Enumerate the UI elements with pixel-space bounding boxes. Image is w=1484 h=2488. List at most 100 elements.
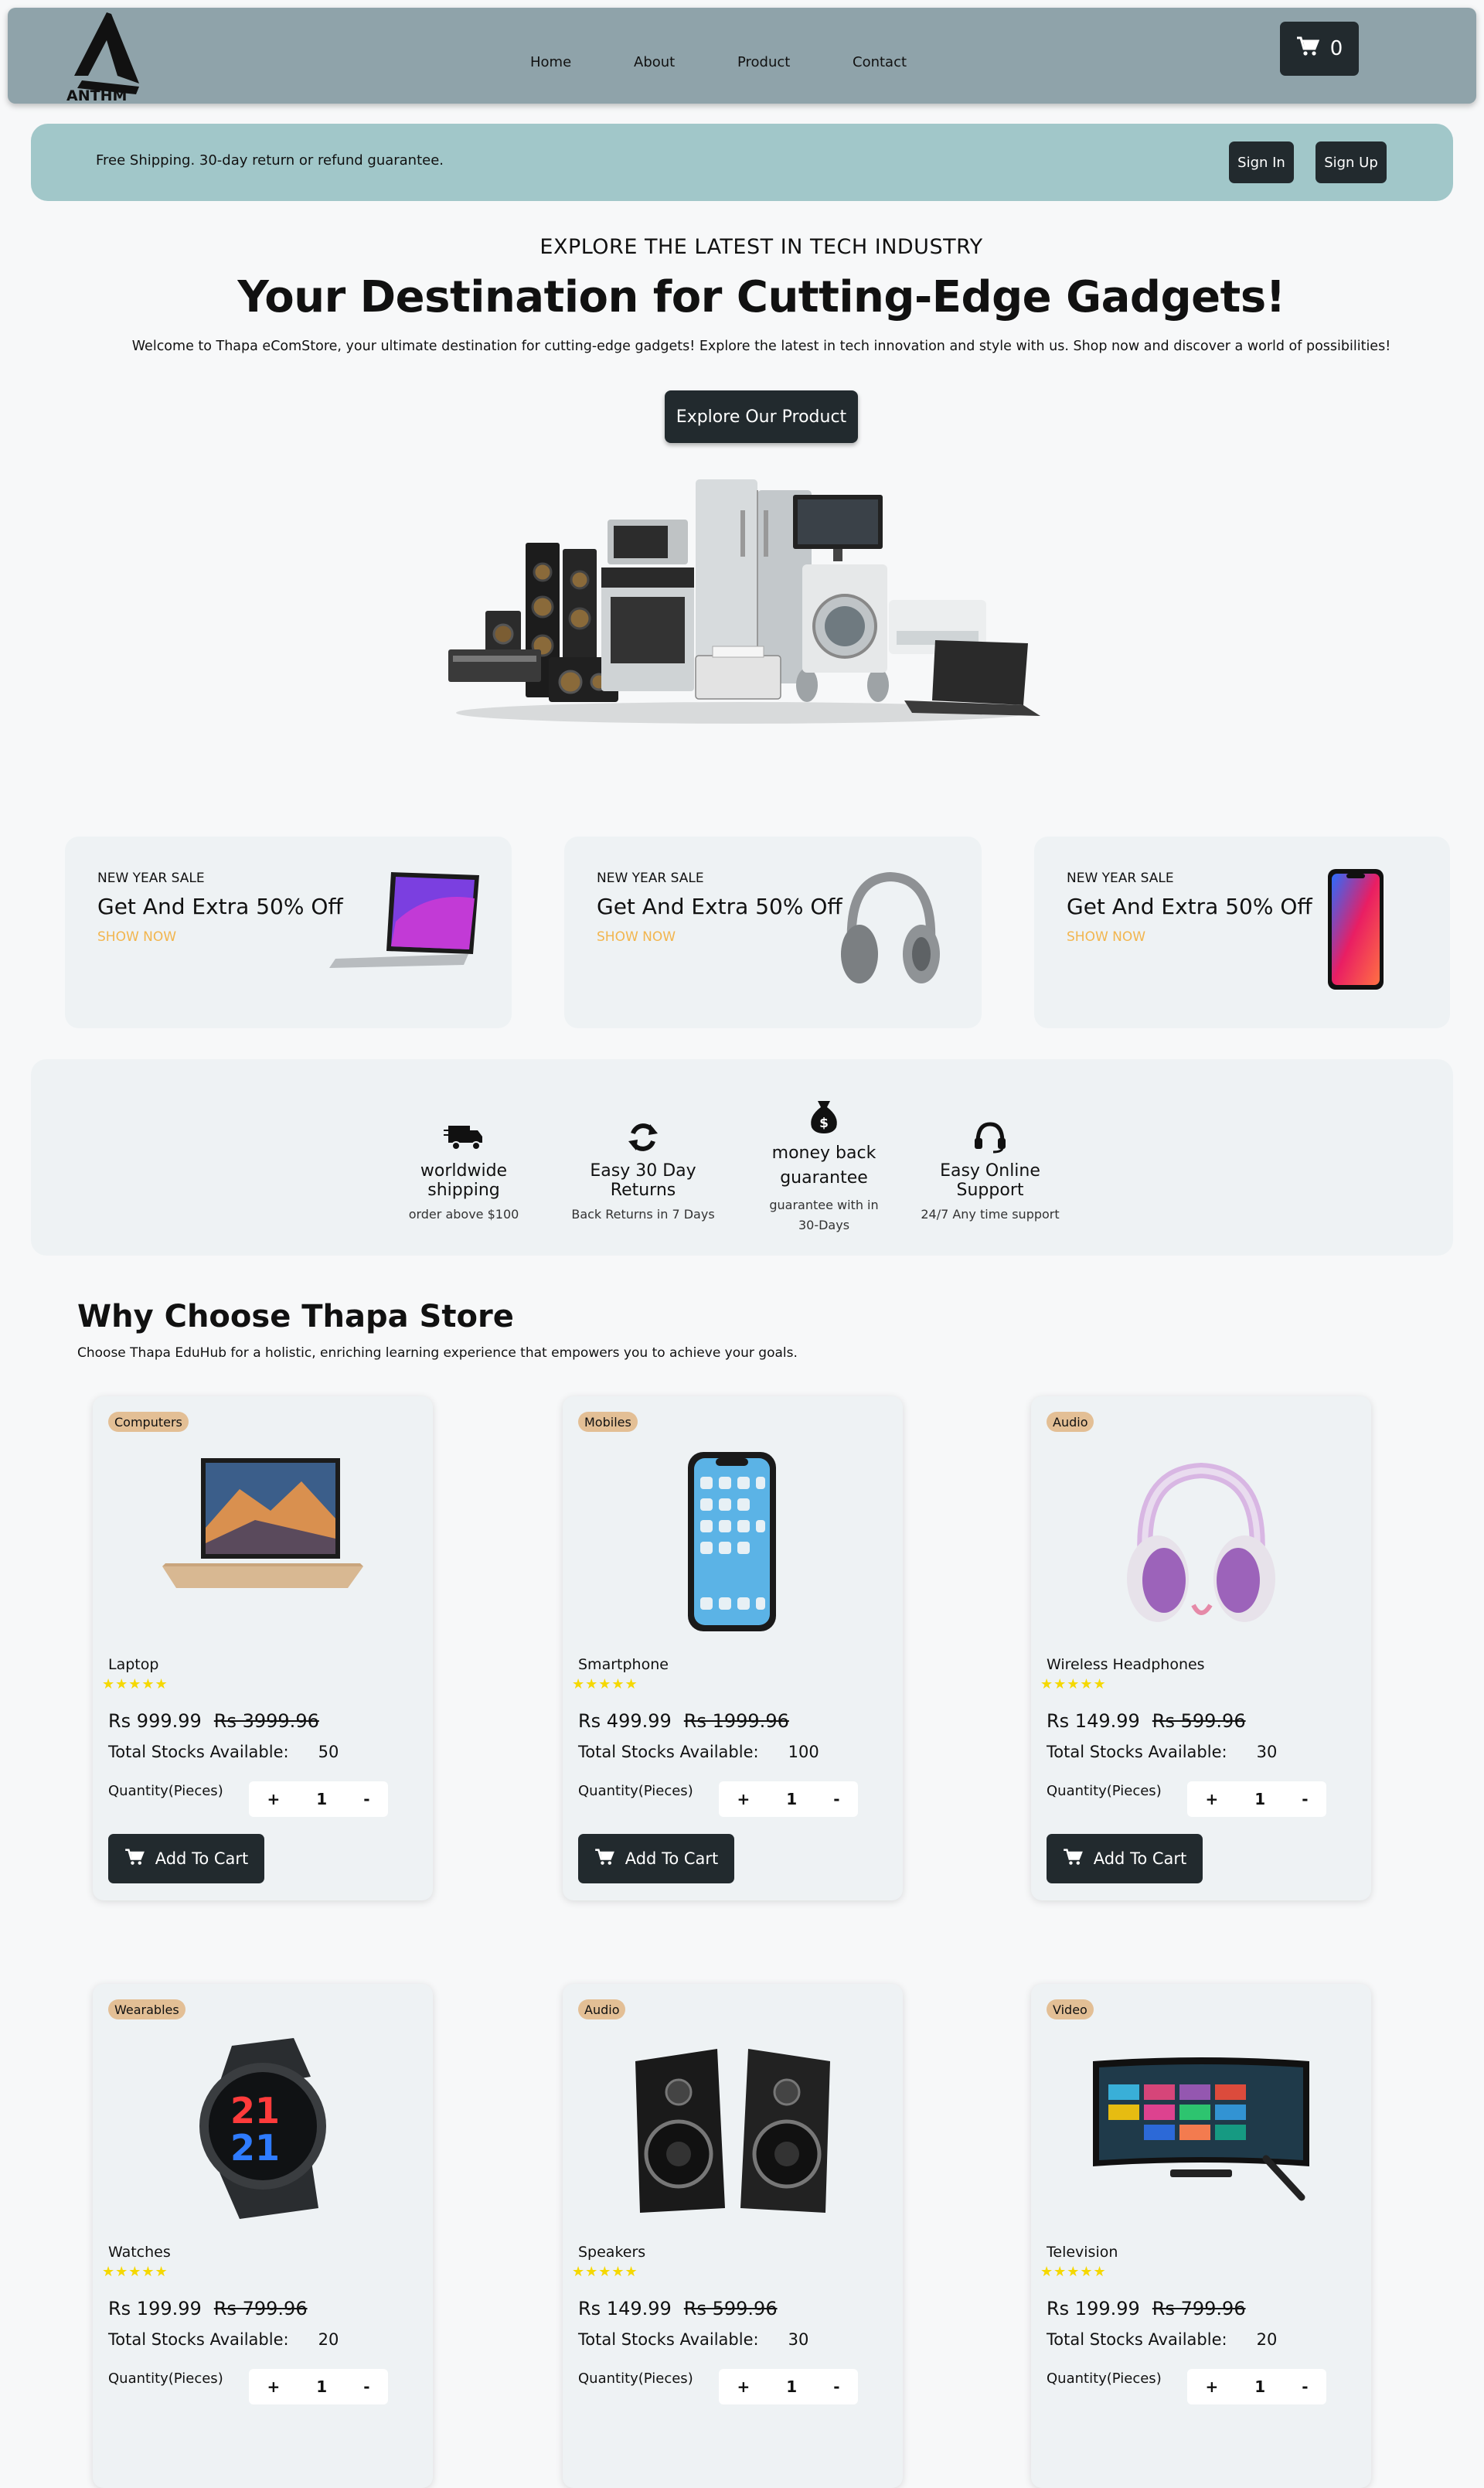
increment-button[interactable]: + [267,1790,281,1808]
features-section: worldwide shipping order above $100 Easy… [31,1059,1453,1256]
feature-subtitle: guarantee with in 30-Days [769,1198,879,1232]
old-price: Rs 599.96 [683,2298,778,2319]
add-to-cart-label: Add To Cart [1093,1849,1187,1868]
feature-support: Easy Online Support 24/7 Any time suppor… [909,1121,1071,1225]
price-row: Rs 149.99 Rs 599.96 [1047,1710,1246,1732]
stock-row: Total Stocks Available: 20 [108,2330,339,2349]
stock-row: Total Stocks Available: 30 [1047,1743,1277,1761]
quantity-label: Quantity(Pieces) [108,1783,223,1799]
tv-image [1077,2030,1325,2224]
price: Rs 149.99 [578,2298,672,2319]
stock-label: Total Stocks Available: [578,1743,759,1761]
sale-eyebrow: NEW YEAR SALE [1067,871,1174,886]
decrement-button[interactable]: - [1302,2377,1308,2396]
price: Rs 149.99 [1047,1710,1140,1732]
product-card: Audio Wireless Headphones ★★★★★ Rs 149.9… [1031,1396,1371,1900]
hero-description: Welcome to Thapa eComStore, your ultimat… [131,339,1391,354]
sale-card-headphones: NEW YEAR SALE Get And Extra 50% Off SHOW… [564,837,982,1028]
stock-row: Total Stocks Available: 50 [108,1743,339,1761]
price-row: Rs 199.99 Rs 799.96 [108,2298,308,2319]
promo-bar: Free Shipping. 30-day return or refund g… [31,124,1453,201]
feature-returns: Easy 30 Day Returns Back Returns in 7 Da… [558,1121,728,1225]
cart-count: 0 [1329,37,1343,60]
old-price: Rs 799.96 [213,2298,308,2319]
show-now-link[interactable]: SHOW NOW [597,929,676,945]
cart-icon [124,1848,145,1869]
nav-about-link[interactable]: About [634,54,675,70]
product-card: Mobiles Smartphone ★★★★★ Rs 499.99 Rs 199… [563,1396,903,1900]
feature-shipping: worldwide shipping order above $100 [386,1121,541,1225]
quantity-stepper: + 1 - [249,2369,388,2404]
quantity-value: 1 [316,2377,328,2396]
add-to-cart-button[interactable]: Add To Cart [578,1834,734,1883]
stock-label: Total Stocks Available: [108,1743,289,1761]
laptop-image [139,1443,386,1636]
rating-stars: ★★★★★ [102,2264,168,2280]
svg-text:21: 21 [230,2127,280,2169]
show-now-link[interactable]: SHOW NOW [97,929,176,945]
sign-in-button[interactable]: Sign In [1229,141,1294,183]
section-description: Choose Thapa EduHub for a holistic, enri… [77,1345,798,1361]
price-row: Rs 199.99 Rs 799.96 [1047,2298,1246,2319]
watch-image: 21 21 [139,2030,386,2224]
add-to-cart-button[interactable]: Add To Cart [1047,1834,1203,1883]
stock-value: 30 [1256,1743,1278,1761]
cart-button[interactable]: 0 [1280,22,1359,76]
brand-logo[interactable]: ANTHM [62,9,147,104]
sale-title: Get And Extra 50% Off [597,894,842,919]
headphones-image [1077,1443,1325,1636]
old-price: Rs 3999.96 [213,1710,319,1732]
category-badge: Audio [578,1999,626,2019]
price: Rs 999.99 [108,1710,202,1732]
feature-subtitle: 24/7 Any time support [921,1207,1060,1222]
category-badge: Wearables [108,1999,186,2019]
increment-button[interactable]: + [737,1790,751,1808]
nav-contact-link[interactable]: Contact [853,54,907,70]
feature-subtitle: order above $100 [408,1207,519,1222]
stock-label: Total Stocks Available: [578,2330,759,2349]
add-to-cart-button[interactable]: Add To Cart [108,1834,264,1883]
cart-icon [1063,1848,1083,1869]
price-row: Rs 499.99 Rs 1999.96 [578,1710,789,1732]
sale-title: Get And Extra 50% Off [97,894,343,919]
cart-icon [594,1848,614,1869]
increment-button[interactable]: + [267,2377,281,2396]
sale-title: Get And Extra 50% Off [1067,894,1312,919]
product-name: Laptop [108,1656,159,1673]
decrement-button[interactable]: - [1302,1790,1308,1808]
hero-electronics-image [441,472,1043,727]
decrement-button[interactable]: - [833,2377,839,2396]
quantity-label: Quantity(Pieces) [1047,1783,1162,1799]
nav-product-link[interactable]: Product [737,54,790,70]
product-card: Wearables 21 21 Watches ★★★★★ Rs 199.99 R… [93,1984,433,2488]
price: Rs 199.99 [108,2298,202,2319]
svg-text:$: $ [819,1116,829,1131]
product-name: Watches [108,2244,171,2261]
category-badge: Audio [1047,1412,1094,1432]
quantity-label: Quantity(Pieces) [108,2370,223,2387]
product-name: Smartphone [578,1656,669,1673]
truck-icon [444,1126,484,1157]
decrement-button[interactable]: - [833,1790,839,1808]
stock-value: 20 [1256,2330,1278,2349]
decrement-button[interactable]: - [363,2377,369,2396]
price: Rs 199.99 [1047,2298,1140,2319]
feature-subtitle: Back Returns in 7 Days [571,1207,715,1222]
speakers-image [609,2030,856,2224]
show-now-link[interactable]: SHOW NOW [1067,929,1145,945]
hero-eyebrow: EXPLORE THE LATEST IN TECH INDUSTRY [539,235,983,259]
sign-up-button[interactable]: Sign Up [1316,141,1387,183]
explore-product-button[interactable]: Explore Our Product [665,390,858,443]
increment-button[interactable]: + [1206,2377,1219,2396]
product-card: Audio Speakers ★★★★★ Rs 149.99 Rs 599.96 … [563,1984,903,2488]
increment-button[interactable]: + [737,2377,751,2396]
quantity-value: 1 [1254,2377,1266,2396]
add-to-cart-label: Add To Cart [155,1849,249,1868]
feature-money-back: $ money back guarantee guarantee with in… [748,1098,900,1235]
increment-button[interactable]: + [1206,1790,1219,1808]
category-badge: Computers [108,1412,189,1432]
sale-card-laptop: NEW YEAR SALE Get And Extra 50% Off SHOW… [65,837,512,1028]
decrement-button[interactable]: - [363,1790,369,1808]
nav-home-link[interactable]: Home [530,54,571,70]
quantity-stepper: + 1 - [1187,1781,1326,1817]
